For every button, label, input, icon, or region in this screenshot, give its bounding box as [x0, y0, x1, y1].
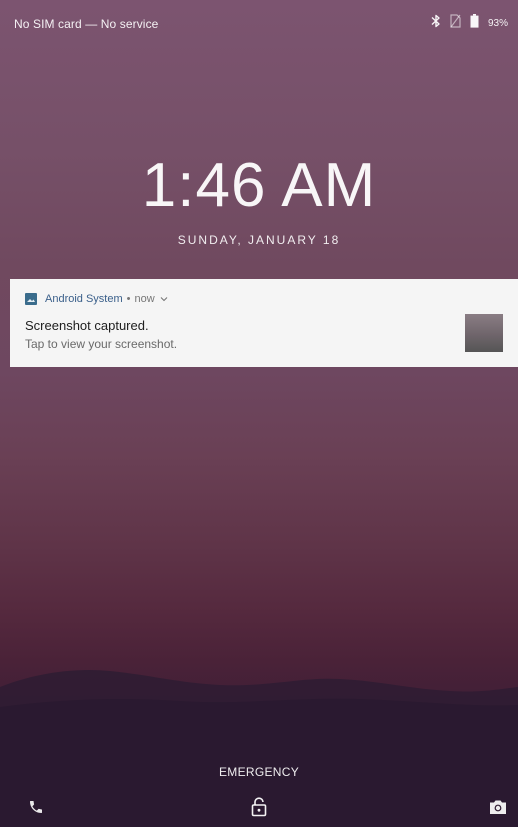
notification-time: now — [134, 293, 155, 305]
notification-body: Tap to view your screenshot. — [25, 337, 178, 351]
status-bar: No SIM card — No service 93% — [0, 0, 518, 48]
bluetooth-icon — [431, 14, 441, 33]
carrier-status: No SIM card — No service — [14, 17, 159, 31]
notification-title: Screenshot captured. — [25, 318, 149, 333]
notification-header: Android System • now — [25, 293, 168, 305]
screenshot-thumbnail[interactable] — [465, 314, 503, 352]
lock-screen: No SIM card — No service 93% 1:46 AM SUN… — [0, 0, 518, 827]
no-sim-icon — [450, 13, 461, 33]
screenshot-app-icon — [25, 293, 37, 305]
lock-date: SUNDAY, JANUARY 18 — [177, 233, 341, 247]
notification-app-name: Android System — [45, 293, 123, 305]
lock-clock: 1:46 AM — [141, 151, 377, 220]
battery-percent: 93% — [487, 17, 508, 29]
status-icons: 93% — [431, 13, 508, 33]
phone-icon[interactable] — [25, 796, 47, 818]
notification-separator: • — [126, 293, 131, 305]
camera-icon[interactable] — [487, 796, 509, 818]
screenshot-notification[interactable]: Android System • now Screenshot captured… — [10, 279, 518, 367]
emergency-button[interactable]: EMERGENCY — [0, 765, 518, 779]
unlock-icon[interactable] — [248, 796, 270, 818]
battery-icon — [470, 13, 479, 33]
chevron-down-icon[interactable] — [160, 293, 168, 305]
